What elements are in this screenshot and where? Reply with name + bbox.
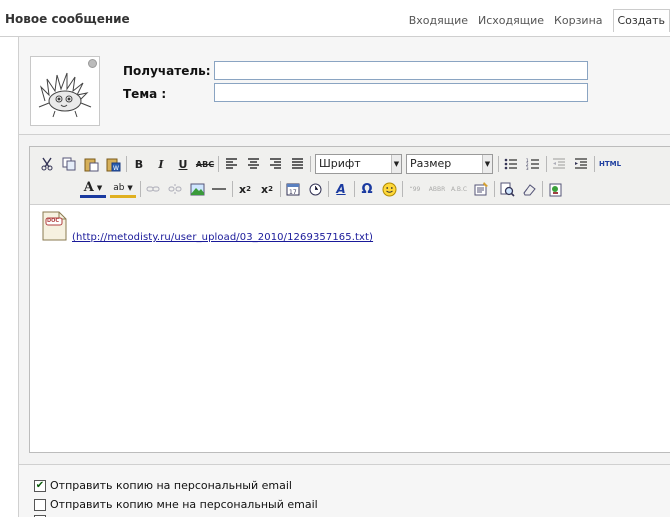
tab-inbox[interactable]: Входящие <box>409 14 468 27</box>
emoticon-icon[interactable] <box>380 180 398 198</box>
copy-icon[interactable] <box>60 155 78 173</box>
document-icon: DOC <box>41 211 69 241</box>
page-header: Новое сообщение Входящие Исходящие Корзи… <box>0 0 670 38</box>
cleanup-icon[interactable] <box>520 180 538 198</box>
copy-to-me-label: Отправить копию мне на персональный emai… <box>50 498 318 511</box>
horizontal-rule-icon[interactable] <box>210 180 228 198</box>
svg-text:W: W <box>113 165 119 172</box>
unlink-icon[interactable] <box>166 180 184 198</box>
bold-icon[interactable]: B <box>130 155 148 173</box>
date-icon[interactable]: 17 <box>284 180 302 198</box>
copy-to-email-option[interactable]: Отправить копию на персональный email <box>34 479 292 492</box>
tab-compose[interactable]: Создать <box>612 8 670 32</box>
superscript-icon[interactable]: x2 <box>258 180 276 198</box>
subscript-icon[interactable]: x2 <box>236 180 254 198</box>
copy-to-email-checkbox[interactable] <box>34 479 46 492</box>
subject-input[interactable] <box>214 83 588 102</box>
quote-icon[interactable]: “99 <box>406 180 424 198</box>
special-char-icon[interactable]: Ω <box>358 180 376 198</box>
time-icon[interactable] <box>306 180 324 198</box>
copy-to-me-checkbox[interactable] <box>34 498 46 511</box>
align-left-icon[interactable] <box>222 155 240 173</box>
copy-to-email-label: Отправить копию на персональный email <box>50 479 292 492</box>
subject-label: Тема : <box>123 87 167 101</box>
editor-panel: W B I U ABC Шрифт ▼ Размер ▼ 1 2 3 HTML … <box>18 135 670 465</box>
font-color-icon[interactable]: A ▼ <box>80 180 106 198</box>
numbered-list-icon[interactable]: 123 <box>524 155 542 173</box>
insert-template-icon[interactable] <box>472 180 490 198</box>
chevron-down-icon: ▼ <box>482 155 492 173</box>
search-icon[interactable] <box>498 180 516 198</box>
avatar <box>30 56 100 126</box>
link-icon[interactable] <box>144 180 162 198</box>
font-family-select[interactable]: Шрифт ▼ <box>315 154 402 174</box>
copy-to-me-option[interactable]: Отправить копию мне на персональный emai… <box>34 498 318 511</box>
preview-icon[interactable] <box>546 180 564 198</box>
strikethrough-icon[interactable]: ABC <box>196 155 214 173</box>
align-right-icon[interactable] <box>266 155 284 173</box>
recipient-input[interactable] <box>214 61 588 80</box>
paste-icon[interactable] <box>82 155 100 173</box>
send-options: Отправить копию на персональный email От… <box>18 465 670 517</box>
editor-toolbar: W B I U ABC Шрифт ▼ Размер ▼ 1 2 3 HTML … <box>30 147 670 205</box>
bullet-list-icon[interactable] <box>502 155 520 173</box>
page-title: Новое сообщение <box>5 12 130 26</box>
tab-outbox[interactable]: Исходящие <box>478 14 544 27</box>
chevron-down-icon: ▼ <box>391 155 401 173</box>
hedgehog-avatar-image <box>38 72 92 118</box>
recipient-label: Получатель: <box>123 64 211 78</box>
indent-icon[interactable] <box>572 155 590 173</box>
tab-trash[interactable]: Корзина <box>554 14 602 27</box>
justify-icon[interactable] <box>288 155 306 173</box>
align-center-icon[interactable] <box>244 155 262 173</box>
status-dot <box>88 59 97 68</box>
style-icon[interactable]: A <box>332 180 350 198</box>
svg-text:3: 3 <box>526 166 529 170</box>
cut-icon[interactable] <box>38 155 56 173</box>
font-size-select[interactable]: Размер ▼ <box>406 154 493 174</box>
svg-text:17: 17 <box>289 189 297 196</box>
paste-word-icon[interactable]: W <box>104 155 122 173</box>
rich-text-editor: W B I U ABC Шрифт ▼ Размер ▼ 1 2 3 HTML … <box>29 146 670 453</box>
italic-icon[interactable]: I <box>152 155 170 173</box>
abbr-icon[interactable]: ABBR <box>428 180 446 198</box>
doc-badge: DOC <box>47 218 60 224</box>
acronym-icon[interactable]: A.B.C <box>450 180 468 198</box>
outdent-icon[interactable] <box>550 155 568 173</box>
image-icon[interactable] <box>188 180 206 198</box>
mail-tabs: Входящие Исходящие Корзина Создать <box>399 8 670 32</box>
underline-icon[interactable]: U <box>174 155 192 173</box>
editor-content[interactable]: DOC (http://metodisty.ru/user_upload/03_… <box>30 205 670 452</box>
attachment-link[interactable]: (http://metodisty.ru/user_upload/03_2010… <box>72 232 373 243</box>
recipient-panel: Получатель: Тема : <box>18 37 670 135</box>
html-source-icon[interactable]: HTML <box>598 155 622 173</box>
highlight-color-icon[interactable]: ab ▼ <box>110 180 136 198</box>
